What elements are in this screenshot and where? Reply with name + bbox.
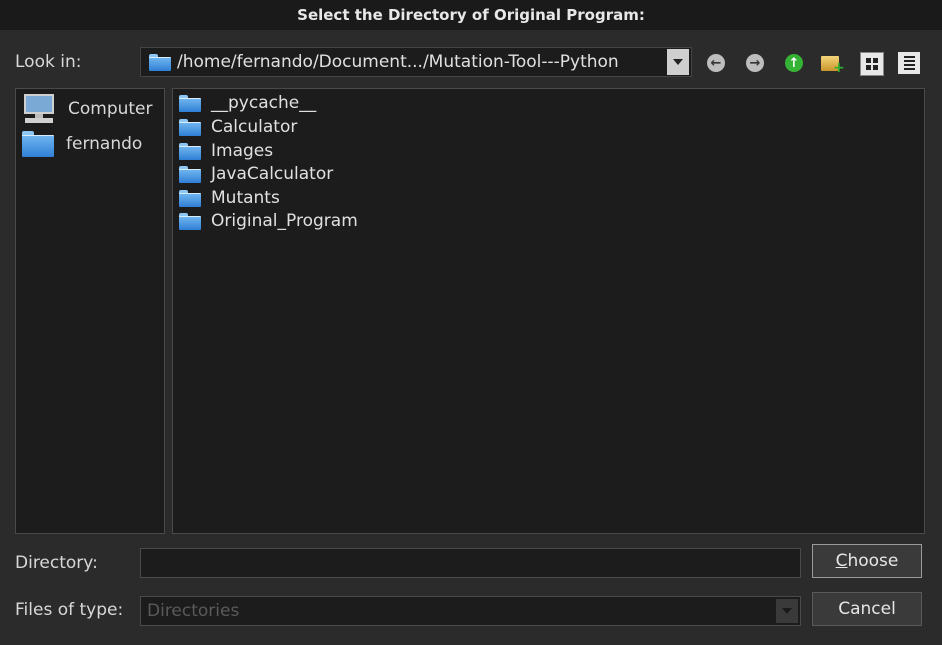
file-name: JavaCalculator bbox=[211, 164, 334, 184]
folder-icon bbox=[149, 53, 171, 71]
chevron-down-icon[interactable] bbox=[776, 599, 798, 623]
file-name: Mutants bbox=[211, 188, 280, 208]
folder-icon bbox=[179, 189, 201, 207]
choose-label: hoose bbox=[847, 551, 899, 571]
directory-label: Directory: bbox=[15, 553, 98, 573]
file-name: __pycache__ bbox=[211, 93, 317, 113]
folder-icon bbox=[22, 131, 54, 157]
choose-mnemonic: C bbox=[835, 551, 848, 571]
folder-icon bbox=[179, 94, 201, 112]
up-folder-icon: ↑ bbox=[785, 54, 803, 72]
look-in-label: Look in: bbox=[15, 52, 82, 72]
files-of-type-label: Files of type: bbox=[15, 600, 124, 620]
back-button[interactable]: ← bbox=[705, 52, 727, 74]
file-name: Original_Program bbox=[211, 211, 358, 231]
folder-icon bbox=[179, 142, 201, 160]
list-item[interactable]: Original_Program bbox=[179, 211, 358, 231]
list-view-icon bbox=[903, 56, 915, 70]
look-in-combobox[interactable]: /home/fernando/Document.../Mutation-Tool… bbox=[140, 47, 692, 77]
list-item[interactable]: Calculator bbox=[179, 117, 297, 137]
back-icon: ← bbox=[707, 54, 725, 72]
files-of-type-value: Directories bbox=[147, 601, 240, 621]
list-item[interactable]: JavaCalculator bbox=[179, 164, 333, 184]
sidebar-item-computer[interactable]: Computer bbox=[22, 93, 153, 125]
list-item[interactable]: Images bbox=[179, 141, 273, 161]
sidebar-item-label: Computer bbox=[68, 99, 153, 119]
look-in-path: /home/fernando/Document.../Mutation-Tool… bbox=[177, 52, 619, 72]
folder-icon bbox=[179, 165, 201, 183]
sidebar-panel: Computer fernando bbox=[15, 88, 165, 534]
sidebar-item-label: fernando bbox=[66, 134, 143, 154]
icon-view-button[interactable] bbox=[860, 52, 884, 76]
new-folder-button[interactable]: + bbox=[821, 52, 845, 75]
computer-icon bbox=[22, 93, 56, 125]
chevron-down-icon[interactable] bbox=[667, 49, 689, 75]
up-folder-button[interactable]: ↑ bbox=[783, 52, 805, 74]
files-of-type-combobox[interactable]: Directories bbox=[140, 596, 801, 626]
forward-button[interactable]: → bbox=[744, 52, 766, 74]
cancel-button[interactable]: Cancel bbox=[812, 592, 922, 626]
folder-icon bbox=[179, 212, 201, 230]
dialog-title: Select the Directory of Original Program… bbox=[297, 6, 645, 24]
file-name: Calculator bbox=[211, 117, 298, 137]
file-list-panel: __pycache__ Calculator Images JavaCalcul… bbox=[172, 88, 925, 534]
choose-button[interactable]: Choose bbox=[812, 544, 922, 578]
icon-view-icon bbox=[866, 58, 878, 70]
sidebar-item-fernando[interactable]: fernando bbox=[22, 131, 142, 157]
folder-icon bbox=[179, 118, 201, 136]
directory-input[interactable] bbox=[140, 548, 801, 578]
list-view-button[interactable] bbox=[898, 52, 920, 74]
cancel-label: Cancel bbox=[838, 599, 896, 619]
forward-icon: → bbox=[746, 54, 764, 72]
list-item[interactable]: __pycache__ bbox=[179, 93, 316, 113]
dialog-title-bar: Select the Directory of Original Program… bbox=[0, 0, 942, 30]
new-folder-icon: + bbox=[821, 53, 845, 75]
file-name: Images bbox=[211, 141, 274, 161]
list-item[interactable]: Mutants bbox=[179, 188, 280, 208]
